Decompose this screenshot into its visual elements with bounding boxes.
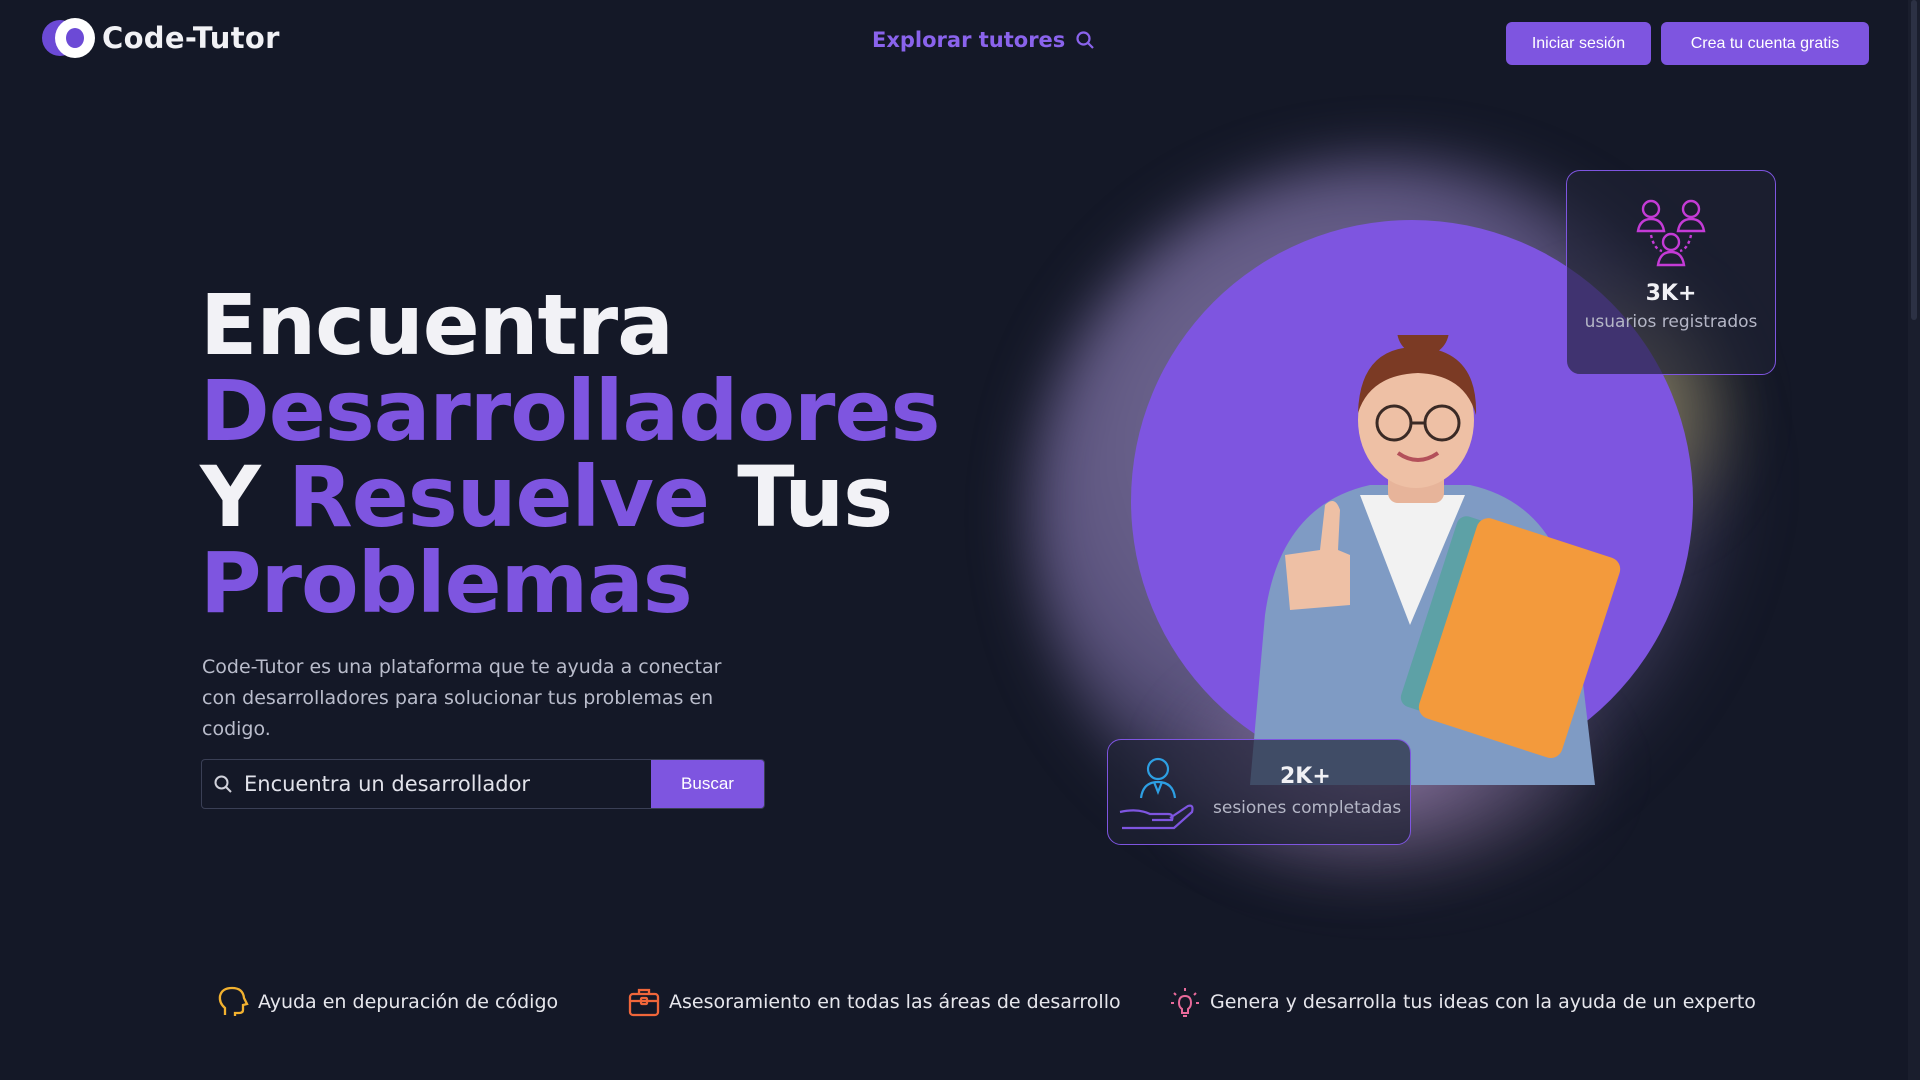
feature-advice: Asesoramiento en todas las áreas de desa… bbox=[627, 985, 1121, 1019]
feature-debugging: Ayuda en depuración de código bbox=[216, 985, 558, 1019]
completed-sessions-value: 2K+ bbox=[1280, 764, 1331, 789]
registered-users-card: 3K+ usuarios registrados bbox=[1566, 170, 1776, 375]
feature-debugging-label: Ayuda en depuración de código bbox=[258, 991, 559, 1013]
feature-advice-label: Asesoramiento en todas las áreas de desa… bbox=[669, 991, 1121, 1013]
search-icon bbox=[1076, 31, 1095, 49]
helping-hand-person-icon bbox=[1119, 757, 1194, 830]
hero-title-word-y: Y bbox=[200, 448, 261, 546]
feature-ideas: Genera y desarrolla tus ideas con la ayu… bbox=[1168, 985, 1756, 1019]
logo-icon bbox=[42, 18, 96, 58]
landing-page: Code-Tutor Explorar tutores Iniciar sesi… bbox=[0, 0, 1920, 1080]
search-button[interactable]: Buscar bbox=[651, 760, 764, 808]
developer-search-bar: Buscar bbox=[201, 759, 765, 809]
briefcase-icon bbox=[628, 988, 660, 1017]
explore-tutors-link[interactable]: Explorar tutores bbox=[872, 28, 1095, 52]
users-group-icon bbox=[1636, 199, 1706, 267]
hero-title-line4: Problemas bbox=[200, 534, 693, 632]
registered-users-label: usuarios registrados bbox=[1584, 312, 1758, 332]
hero-description: Code-Tutor es una plataforma que te ayud… bbox=[202, 656, 722, 740]
completed-sessions-card: 2K+ sesiones completadas bbox=[1107, 739, 1411, 845]
hero-title-line1: Encuentra bbox=[200, 276, 674, 374]
scrollbar-thumb[interactable] bbox=[1911, 0, 1917, 320]
logo-text: Code-Tutor bbox=[102, 21, 280, 55]
developer-search-input[interactable] bbox=[244, 760, 651, 808]
search-icon bbox=[202, 760, 244, 808]
student-image bbox=[1250, 335, 1621, 785]
signup-button[interactable]: Crea tu cuenta gratis bbox=[1661, 22, 1869, 65]
logo[interactable]: Code-Tutor bbox=[42, 18, 280, 58]
completed-sessions-label: sesiones completadas bbox=[1213, 798, 1402, 818]
head-icon bbox=[218, 986, 249, 1016]
hero-title-word-tus: Tus bbox=[737, 448, 893, 546]
lightbulb-icon bbox=[1171, 988, 1199, 1017]
hero-title-line2: Desarrolladores bbox=[200, 362, 940, 460]
login-button[interactable]: Iniciar sesión bbox=[1506, 22, 1651, 65]
scrollbar[interactable] bbox=[1908, 0, 1920, 1080]
hero-title-word-resuelve: Resuelve bbox=[288, 448, 710, 546]
registered-users-value: 3K+ bbox=[1645, 281, 1697, 306]
hero-title: Encuentra Desarrolladores Y Resuelve Tus… bbox=[200, 282, 940, 626]
explore-tutors-label: Explorar tutores bbox=[872, 28, 1066, 52]
feature-ideas-label: Genera y desarrolla tus ideas con la ayu… bbox=[1210, 991, 1756, 1013]
